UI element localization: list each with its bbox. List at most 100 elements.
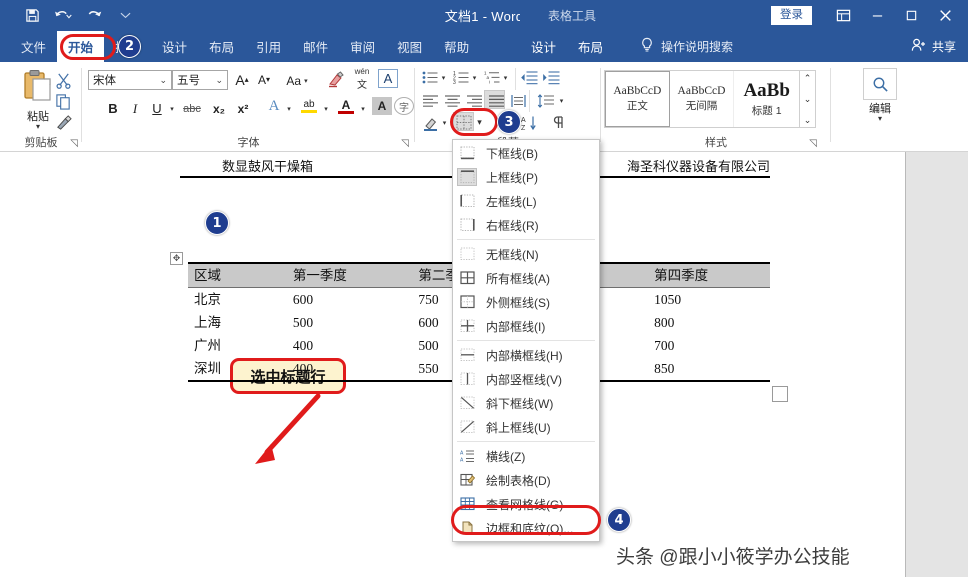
styles-dialog-launcher[interactable]: ◹ [809, 138, 817, 149]
clipboard-dialog-launcher[interactable]: ◹ [70, 138, 78, 149]
copy-button[interactable] [52, 91, 74, 111]
tab-references[interactable]: 引用 [245, 31, 292, 62]
tab-layout[interactable]: 布局 [198, 31, 245, 62]
style-item-no-spacing[interactable]: AaBbCcD 无间隔 [670, 71, 735, 127]
highlight-button[interactable]: ab [298, 96, 320, 117]
menu-item-border-none[interactable]: 无框线(N) [453, 242, 599, 266]
borders-dropdown-button[interactable]: ▾ [473, 113, 486, 132]
justify-button[interactable] [486, 91, 506, 110]
font-color-chevron-down-icon[interactable]: ▾ [357, 98, 369, 119]
share-button[interactable]: 共享 [911, 31, 956, 62]
tab-view[interactable]: 视图 [386, 31, 433, 62]
style-item-heading-1[interactable]: AaBb 标题 1 [734, 71, 799, 127]
minimize-icon[interactable] [860, 0, 894, 31]
menu-item-border-outside[interactable]: 外侧框线(S) [453, 290, 599, 314]
save-icon[interactable] [22, 4, 42, 26]
format-painter-button[interactable] [52, 112, 74, 132]
character-border-button[interactable]: A [378, 69, 398, 88]
character-shading-button[interactable]: A [372, 97, 392, 115]
styles-scroll-down-button[interactable]: ⌄ [804, 93, 812, 105]
menu-item-border-top[interactable]: 上框线(P) [453, 165, 599, 189]
line-spacing-button[interactable] [534, 91, 558, 110]
borders-button[interactable] [454, 113, 474, 132]
tell-me-search[interactable]: 操作说明搜索 [640, 31, 733, 62]
ribbon-group-editing[interactable]: 编辑 ▾ [856, 68, 904, 122]
menu-item-borders-and-shading[interactable]: 边框和底纹(O)... [453, 516, 599, 540]
menu-item-draw-table[interactable]: 绘制表格(D) [453, 468, 599, 492]
sign-in-button[interactable]: 登录 [771, 6, 812, 25]
cut-button[interactable] [52, 70, 74, 90]
ribbon-display-options-icon[interactable] [826, 0, 860, 31]
text-effects-chevron-down-icon[interactable]: ▾ [283, 98, 295, 119]
menu-item-border-inside[interactable]: 内部框线(I) [453, 314, 599, 338]
change-case-button[interactable]: Aa ▾ [282, 70, 312, 91]
numbering-chevron-down-icon[interactable]: ▾ [469, 68, 480, 87]
tab-help[interactable]: 帮助 [433, 31, 480, 62]
shading-chevron-down-icon[interactable]: ▾ [439, 113, 450, 132]
styles-scroll-up-button[interactable]: ⌃ [804, 72, 812, 84]
text-effects-button[interactable]: A [264, 96, 284, 117]
menu-item-border-inside-vertical[interactable]: 内部竖框线(V) [453, 367, 599, 391]
tab-design[interactable]: 设计 [151, 31, 198, 62]
maximize-icon[interactable] [894, 0, 928, 31]
clear-formatting-button[interactable] [325, 69, 347, 90]
menu-item-border-inside-horizontal[interactable]: 内部横框线(H) [453, 343, 599, 367]
underline-chevron-down-icon[interactable]: ▾ [166, 98, 178, 119]
underline-button[interactable]: U [148, 98, 166, 119]
font-color-button[interactable]: A [335, 96, 357, 117]
tab-home[interactable]: 开始 [57, 31, 104, 62]
align-left-button[interactable] [420, 91, 440, 110]
font-name-combobox[interactable]: 宋体 ⌄ [88, 70, 172, 90]
redo-icon[interactable] [84, 4, 104, 26]
font-size-combobox[interactable]: 五号 ⌄ [172, 70, 228, 90]
menu-item-border-bottom[interactable]: 下框线(B) [453, 141, 599, 165]
multilevel-list-button[interactable]: 1ai [482, 68, 502, 87]
align-center-button[interactable] [442, 91, 462, 110]
enclose-character-button[interactable]: 字 [394, 97, 414, 115]
numbering-button[interactable]: 123 [451, 68, 471, 87]
italic-button[interactable]: I [126, 98, 144, 119]
customize-qat-icon[interactable] [115, 4, 135, 26]
highlight-chevron-down-icon[interactable]: ▾ [320, 98, 332, 119]
tab-table-layout[interactable]: 布局 [567, 31, 614, 62]
align-right-button[interactable] [464, 91, 484, 110]
table-resize-handle[interactable] [772, 386, 788, 402]
bullets-button[interactable] [420, 68, 440, 87]
tab-table-design[interactable]: 设计 [520, 31, 567, 62]
style-item-normal[interactable]: AaBbCcD 正文 [605, 71, 670, 127]
menu-item-view-gridlines[interactable]: 查看网格线(G) [453, 492, 599, 516]
shading-button[interactable] [420, 113, 440, 132]
sort-button[interactable]: AZ [519, 113, 541, 132]
menu-item-border-all[interactable]: 所有框线(A) [453, 266, 599, 290]
multilevel-chevron-down-icon[interactable]: ▾ [500, 68, 511, 87]
shrink-font-button[interactable]: A▾ [254, 69, 274, 90]
bold-button[interactable]: B [104, 98, 122, 119]
strikethrough-button[interactable]: abc [180, 98, 204, 119]
search-icon [863, 68, 897, 100]
menu-item-border-left[interactable]: 左框线(L) [453, 189, 599, 213]
grow-font-button[interactable]: A▴ [232, 69, 252, 90]
superscript-button[interactable]: x² [232, 98, 254, 119]
font-dialog-launcher[interactable]: ◹ [401, 138, 409, 149]
styles-more-button[interactable]: ⌄ [804, 114, 812, 126]
tab-review[interactable]: 审阅 [339, 31, 386, 62]
show-formatting-marks-button[interactable] [548, 113, 570, 132]
increase-indent-button[interactable] [541, 68, 561, 87]
subscript-button[interactable]: x₂ [208, 98, 230, 119]
menu-item-label: 所有框线(A) [486, 270, 550, 287]
editing-chevron-down-icon[interactable]: ▾ [856, 116, 904, 122]
menu-item-horizontal-line[interactable]: AA 横线(Z) [453, 444, 599, 468]
table-move-handle[interactable]: ✥ [170, 252, 183, 265]
distribute-button[interactable] [508, 91, 528, 110]
tab-file[interactable]: 文件 [10, 31, 57, 62]
menu-item-border-diagonal-up[interactable]: 斜上框线(U) [453, 415, 599, 439]
bullets-chevron-down-icon[interactable]: ▾ [438, 68, 449, 87]
tab-mailings[interactable]: 邮件 [292, 31, 339, 62]
menu-item-border-diagonal-down[interactable]: 斜下框线(W) [453, 391, 599, 415]
undo-icon[interactable] [53, 4, 73, 26]
decrease-indent-button[interactable] [519, 68, 539, 87]
line-spacing-chevron-down-icon[interactable]: ▾ [556, 91, 567, 110]
menu-item-border-right[interactable]: 右框线(R) [453, 213, 599, 237]
close-icon[interactable] [928, 0, 962, 31]
phonetic-guide-button[interactable]: wén 文 [350, 68, 374, 89]
